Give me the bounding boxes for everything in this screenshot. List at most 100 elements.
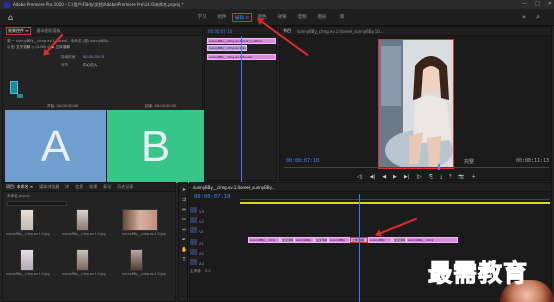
effect-mini-timeline: 00:00:07:10 sunnyBBy__clmg.ev.1.0ref_p_e… [204,26,277,182]
tab-libraries[interactable]: 库 [65,184,69,190]
track-target-toggle[interactable] [190,239,197,245]
timeline-clip[interactable]: sunnyBBy [294,237,314,243]
timeline-timecode[interactable]: 00:00:07:10 [194,194,230,200]
duration-field[interactable]: 00:00:00:01 [83,55,105,59]
track-target-toggle[interactable] [190,249,197,255]
tab-essential-graphics[interactable]: 基本图形面板 [37,28,61,34]
step-forward-icon[interactable]: ▶| [404,174,410,182]
alignment-select[interactable]: 中心切入 [83,63,97,68]
project-item[interactable]: sunnyBBy__clmg.ev.1.0.jpg 5:00 [6,249,50,279]
tools-panel: ➤ ⇉ ⇹ ✂ ⇔ ✒ ✋ T [178,182,188,302]
title-bar: Adobe Premiere Pro 2020 - C:\用户\Fiddy\文档… [0,0,554,9]
pen-tool-icon[interactable]: ✒ [181,237,187,243]
project-item[interactable]: sunnyBBy__clmg.ev.1.0.jpg 5:00 [122,249,166,279]
track-target-toggle[interactable] [190,217,197,223]
home-icon[interactable]: ⌂ [6,13,15,22]
more-workspaces-icon[interactable]: » [522,13,526,22]
lift-icon[interactable]: ⎘ [429,174,433,182]
mini-timeline-header: 00:00:07:10 [205,27,276,36]
transition-marker[interactable]: 交叉溶解 [314,237,328,243]
start-label: 开始: 00:00:00:00 [47,104,79,108]
project-item[interactable]: sunnyBBy__clmg.ev.1.0.jpg 5:00 [62,209,106,239]
selection-tool-icon[interactable]: ➤ [181,187,187,193]
workspace-tab-learn[interactable]: 学习 [192,13,212,22]
add-button-icon[interactable]: + [472,174,476,182]
track-header-a3: A3 [190,259,238,268]
workspace-tab-graphics[interactable]: 图形 [312,13,332,22]
media-label: sunnyBBy__clmg.ev.1.0.jpg 5:00 [122,232,166,236]
mini-playhead[interactable] [241,36,242,182]
tab-history[interactable]: 历史记录 [117,184,133,190]
play-icon[interactable]: ▶ [393,174,397,182]
hand-tool-icon[interactable]: ✋ [181,247,187,253]
program-timecode[interactable]: 00:00:07:10 [286,158,319,164]
tab-sequence[interactable]: sunnyBBy__clmg.ev.1.0oreel_sunnyBBy... [193,185,275,190]
step-back-icon[interactable]: ◀ [382,174,386,182]
master-label: 主声道 [190,269,201,273]
timeline-ruler[interactable] [240,194,550,200]
track-header-a2: A2 [190,249,238,258]
tab-effects[interactable]: 效果 [89,184,97,190]
close-button[interactable]: ✕ [548,1,552,7]
media-thumbnail [130,249,143,271]
export-frame-icon[interactable]: 📷 [458,174,464,182]
program-transport-controls: ◁| ◀| ◀ ▶ ▶| |▷ ⎘ ⤓ ⤒ 📷 + [280,174,553,182]
tab-effect-controls[interactable]: 效果控件 ≡ [6,27,31,35]
insert-icon[interactable]: ⤒ [449,174,451,182]
track-target-toggle[interactable] [190,259,197,265]
extract-icon[interactable]: ⤓ [440,174,442,182]
workspace-tab-audio[interactable]: 音频 [292,13,312,22]
window-controls: — □ ✕ [522,1,552,7]
project-item[interactable]: sunnyBBy__clmg.ev.1.0.jpg 5:00 [6,209,50,239]
workspace-bar: ⌂ 学习 组件 编辑 ≡ 颜色 效果 音频 图形 库 » ⌕ [0,9,554,26]
transition-preview-play-icon[interactable] [17,94,23,98]
workspace-tab-effects[interactable]: 效果 [272,13,292,22]
watermark-logo: 最需教育 [428,258,528,288]
minimize-button[interactable]: — [522,1,527,7]
workspace-tab-libraries[interactable]: 库 [332,13,352,22]
go-to-in-icon[interactable]: ◀| [370,174,376,182]
slip-tool-icon[interactable]: ⇔ [181,227,187,233]
workspace-tab-editing[interactable]: 编辑 ≡ [232,13,252,22]
transition-name-row: ◎ 形 交叉溶解 ◇ (1.00) ◎ ▶ 立体溶解 [7,45,70,49]
project-search-input[interactable] [7,201,67,206]
transition-marker[interactable]: 交叉溶解 [280,237,294,243]
mini-timeline-timecode[interactable]: 00:00:07:10 [208,29,232,34]
clip-a-preview: A [5,110,106,183]
track-select-tool-icon[interactable]: ⇉ [181,197,187,203]
master-value[interactable]: 0.0 [205,269,211,273]
go-to-out-icon[interactable]: |▷ [416,174,422,182]
track-header-v3: V3 [190,207,238,216]
timeline-playhead[interactable] [359,194,360,302]
track-header-a1: A1 [190,239,238,248]
program-zoom-select[interactable]: 完整 [464,158,474,165]
duration-label: 持续时间 [61,55,76,59]
project-item[interactable]: sunnyBBy__clmg.ev.1.0.jpg 5:00 [122,209,166,239]
program-scrub-bar[interactable] [284,167,549,168]
transition-marker[interactable]: 交叉溶解 [392,237,406,243]
workspace-tab-assembly[interactable]: 组件 [212,13,232,22]
tab-markers[interactable]: 标记 [103,184,111,190]
program-monitor-tabs: 节目 sunnyBBy_clmg.ev.1.0oreel_sunnyBBy.10… [280,27,551,36]
media-thumbnail [76,249,89,271]
track-target-toggle[interactable] [190,227,197,233]
work-area-bar[interactable] [240,202,550,204]
tab-info[interactable]: 信息 [75,184,83,190]
project-item[interactable]: sunnyBBy__clmg.ev.1.0.jpg 5:00 [62,249,106,279]
transition-preview-icon [10,81,18,94]
maximize-button[interactable]: □ [535,1,540,7]
timeline-clip[interactable]: sunnyBBy [368,237,392,243]
tab-project[interactable]: 项目: 未命名 ≡ [6,184,33,190]
ripple-edit-tool-icon[interactable]: ⇹ [181,207,187,213]
timeline-clip[interactable]: sunnyBBy__clmg [406,237,458,243]
razor-tool-icon[interactable]: ✂ [181,217,187,223]
timeline-clip[interactable]: sunnyBBy [328,237,350,243]
type-tool-icon[interactable]: T [181,257,187,263]
tab-program[interactable]: 节目 [283,28,291,34]
program-playhead[interactable] [438,164,440,170]
search-icon[interactable]: ⌕ [536,13,540,22]
track-target-toggle[interactable] [190,207,197,213]
timeline-clip[interactable]: sunnyBBy__clmg [248,237,280,243]
mark-in-icon[interactable]: ◁| [357,174,363,182]
tab-media-browser[interactable]: 媒体浏览器 [39,184,59,190]
